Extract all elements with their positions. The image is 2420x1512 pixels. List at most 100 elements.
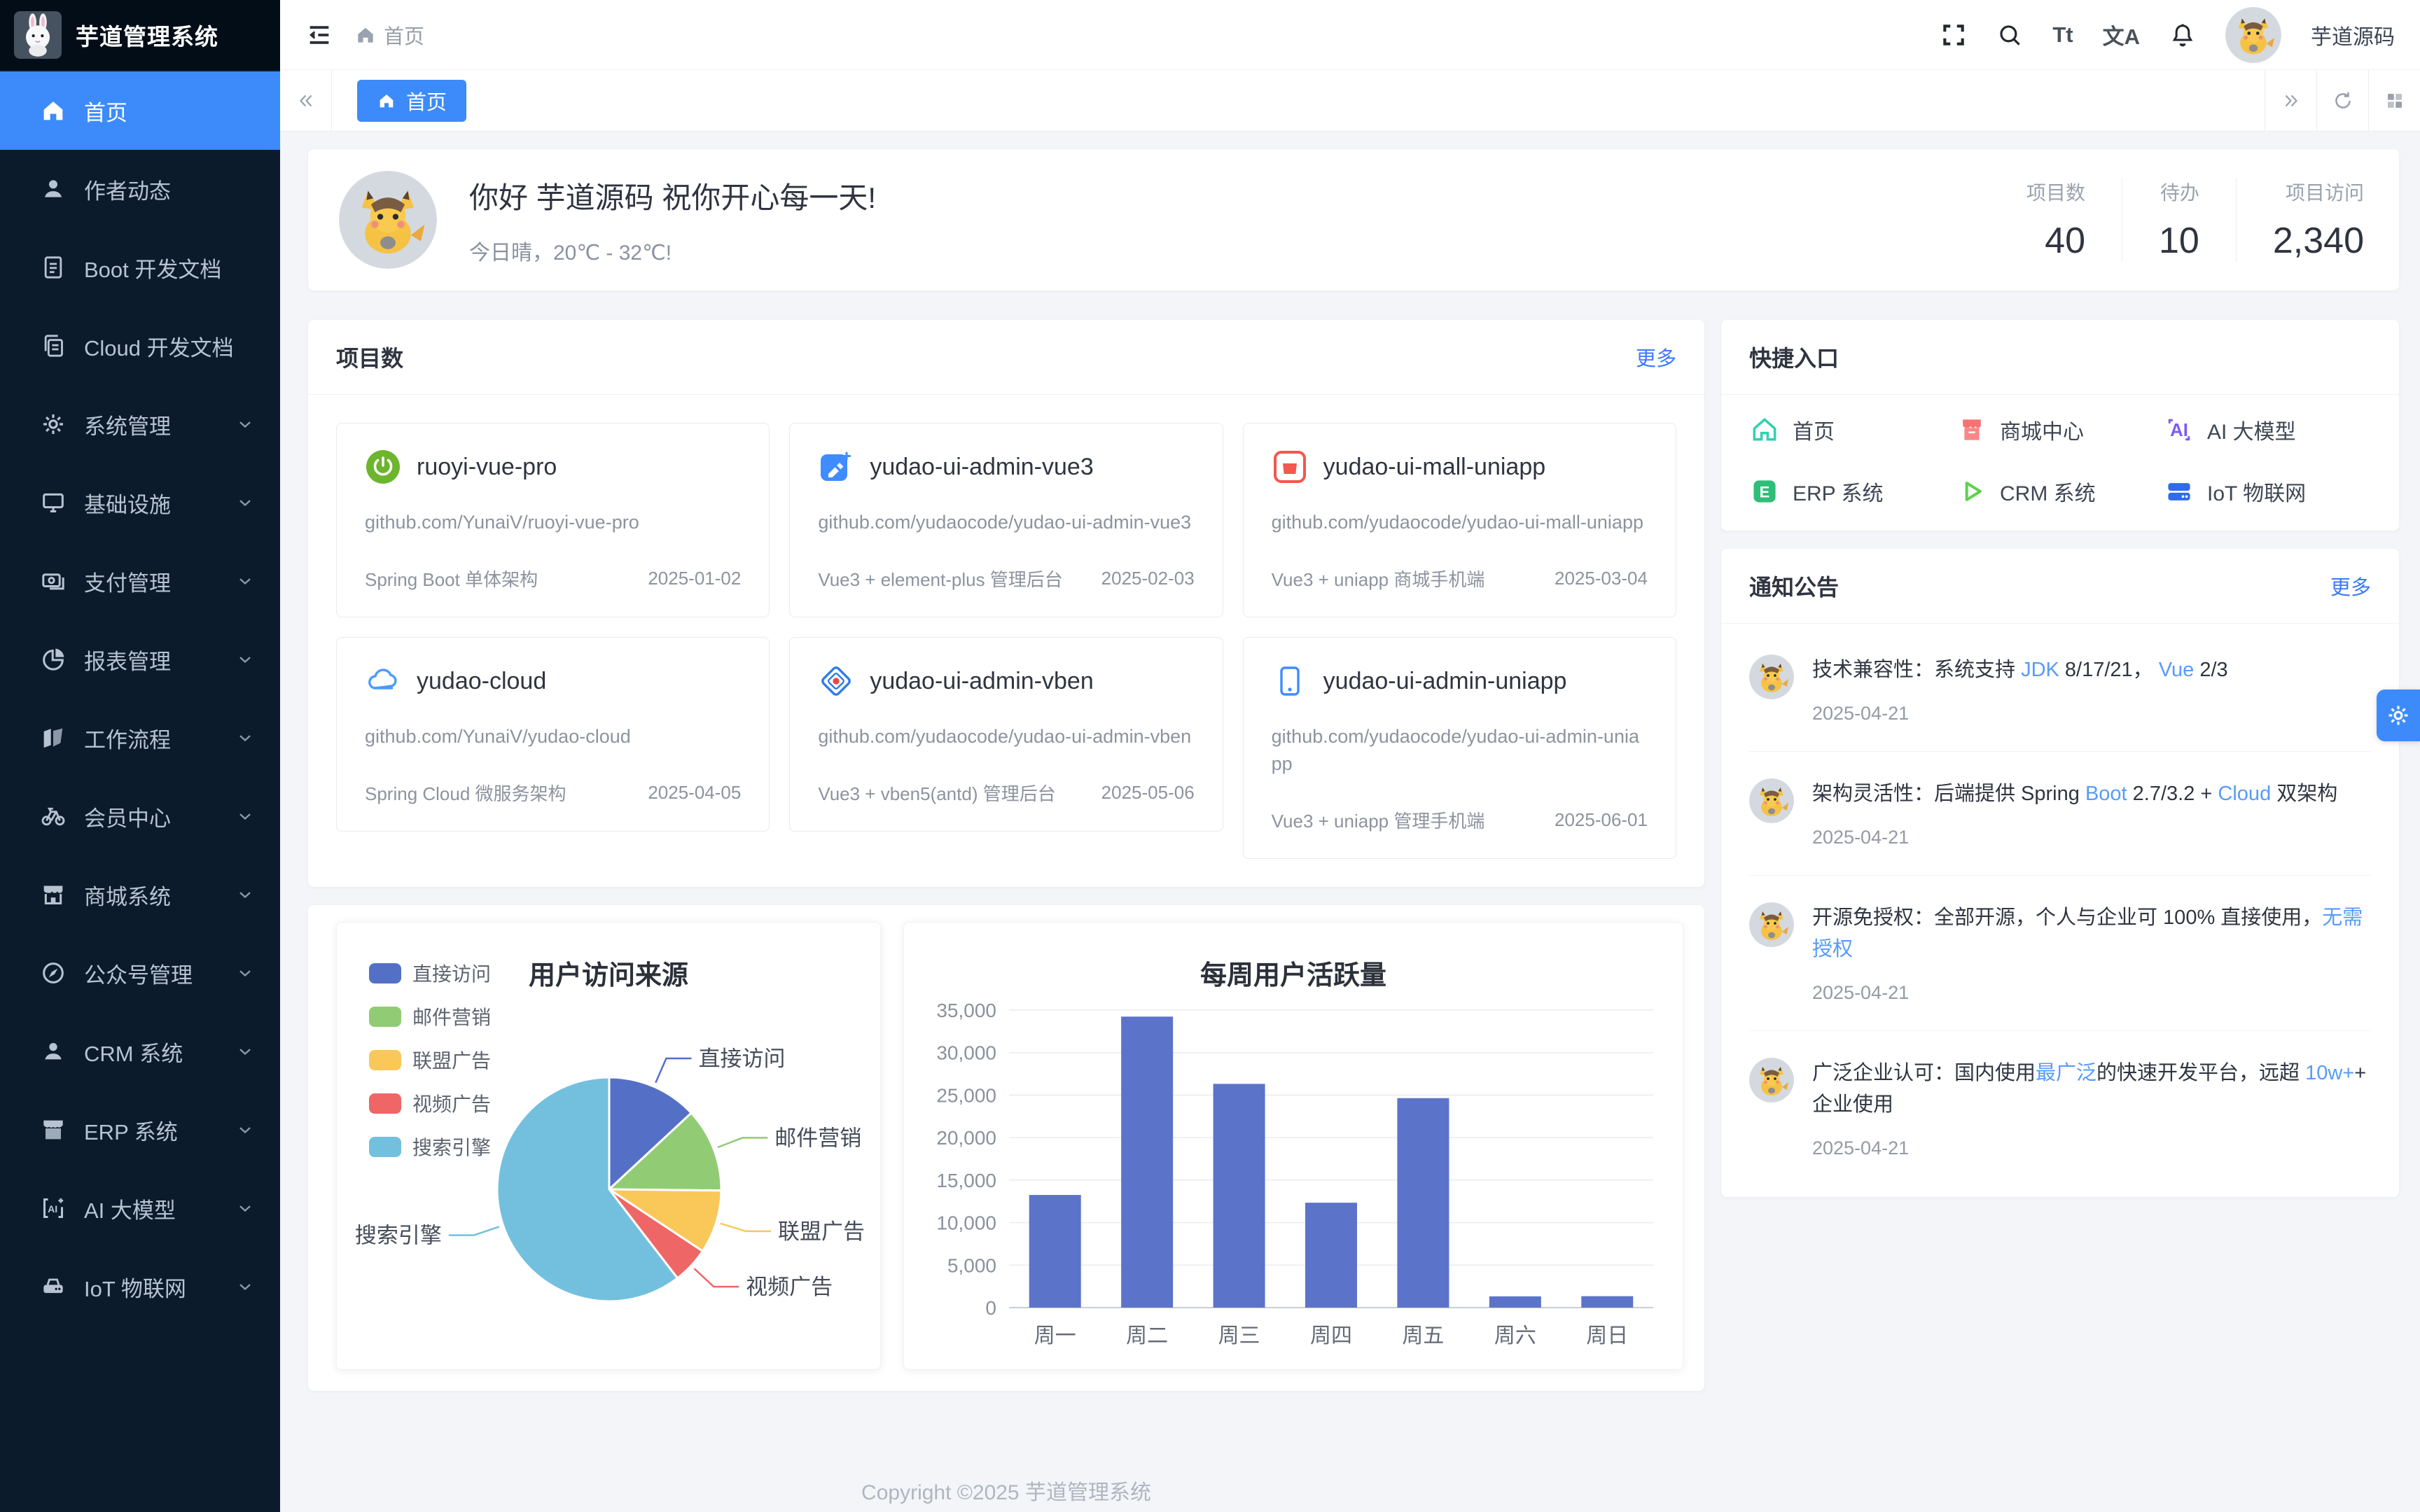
sidebar-item-boot-doc[interactable]: Boot 开发文档 bbox=[0, 228, 280, 307]
vue-admin-icon bbox=[818, 449, 854, 485]
quick-item-erp[interactable]: E ERP 系统 bbox=[1749, 476, 1956, 507]
gear-icon bbox=[2385, 702, 2412, 729]
project-repo[interactable]: github.com/yudaocode/yudao-ui-admin-unia… bbox=[1272, 723, 1648, 778]
project-card-admin-vue3[interactable]: yudao-ui-admin-vue3 github.com/yudaocode… bbox=[789, 423, 1223, 617]
quick-label: CRM 系统 bbox=[2000, 476, 2096, 507]
legend-item[interactable]: 搜索引擎 bbox=[369, 1133, 491, 1161]
font-size-icon[interactable]: Tt bbox=[2052, 22, 2073, 48]
sidebar-item-label: 公众号管理 bbox=[84, 958, 235, 989]
bell-icon[interactable] bbox=[2169, 22, 2196, 48]
sidebar-item-label: 首页 bbox=[84, 95, 255, 127]
sidebar-item-system[interactable]: 系统管理 bbox=[0, 385, 280, 463]
project-card-admin-uniapp[interactable]: yudao-ui-admin-uniapp github.com/yudaoco… bbox=[1243, 637, 1676, 859]
chart-legend: 直接访问 邮件营销 联盟广告 视频广告 搜索引擎 bbox=[369, 959, 491, 1161]
sidebar-item-label: 基础设施 bbox=[84, 487, 235, 519]
project-name: yudao-ui-admin-uniapp bbox=[1323, 668, 1567, 695]
locale-icon[interactable]: 文A bbox=[2103, 22, 2140, 48]
quick-label: IoT 物联网 bbox=[2207, 476, 2306, 507]
project-card-admin-vben[interactable]: yudao-ui-admin-vben github.com/yudaocode… bbox=[789, 637, 1223, 832]
user-avatar[interactable] bbox=[2225, 7, 2281, 63]
sidebar-item-label: 系统管理 bbox=[84, 409, 235, 440]
copy-document-icon bbox=[39, 332, 67, 360]
sidebar-item-cloud-doc[interactable]: Cloud 开发文档 bbox=[0, 307, 280, 385]
quick-item-ai[interactable]: AI AI 大模型 bbox=[2164, 414, 2371, 445]
project-repo[interactable]: github.com/yudaocode/yudao-ui-mall-uniap… bbox=[1272, 509, 1648, 536]
quick-item-mall[interactable]: 商城中心 bbox=[1956, 414, 2164, 445]
chevron-double-right-icon[interactable] bbox=[2265, 70, 2316, 131]
sidebar-item-workflow[interactable]: 工作流程 bbox=[0, 699, 280, 777]
stat-visits: 项目访问 2,340 bbox=[2236, 178, 2368, 262]
project-repo[interactable]: github.com/yudaocode/yudao-ui-admin-vue3 bbox=[818, 509, 1194, 536]
svg-text:20,000: 20,000 bbox=[936, 1128, 996, 1149]
avatar bbox=[339, 171, 437, 269]
avatar bbox=[1749, 902, 1794, 947]
sidebar-item-home[interactable]: 首页 bbox=[0, 71, 280, 150]
stat-value: 10 bbox=[2159, 220, 2199, 262]
stat-projects: 项目数 40 bbox=[1990, 178, 2122, 262]
notices-more-link[interactable]: 更多 bbox=[2330, 571, 2371, 601]
project-repo[interactable]: github.com/yudaocode/yudao-ui-admin-vben bbox=[818, 723, 1194, 750]
sidebar-item-report[interactable]: 报表管理 bbox=[0, 620, 280, 699]
sidebar-item-mp[interactable]: 公众号管理 bbox=[0, 934, 280, 1012]
sidebar-item-infra[interactable]: 基础设施 bbox=[0, 463, 280, 542]
iot-icon bbox=[2164, 476, 2195, 507]
tab-home[interactable]: 首页 bbox=[357, 80, 466, 122]
quick-item-iot[interactable]: IoT 物联网 bbox=[2164, 476, 2371, 507]
logo-image bbox=[14, 11, 62, 59]
bar-chart[interactable]: 05,00010,00015,00020,00025,00030,00035,0… bbox=[904, 993, 1685, 1357]
app-title: 芋道管理系统 bbox=[76, 18, 218, 52]
project-card-yudao-cloud[interactable]: yudao-cloud github.com/YunaiV/yudao-clou… bbox=[336, 637, 770, 832]
legend-label: 直接访问 bbox=[412, 959, 491, 987]
sidebar-item-pay[interactable]: 支付管理 bbox=[0, 542, 280, 620]
legend-item[interactable]: 联盟广告 bbox=[369, 1046, 491, 1074]
sidebar-item-ai[interactable]: AI AI 大模型 bbox=[0, 1169, 280, 1247]
project-repo[interactable]: github.com/YunaiV/ruoyi-vue-pro bbox=[365, 509, 741, 536]
project-date: 2025-02-03 bbox=[1101, 568, 1195, 589]
vben-icon bbox=[818, 663, 854, 699]
quick-entry-card: 快捷入口 首页 商城中心 AI AI 大模型 bbox=[1721, 320, 2399, 531]
iot-box-icon bbox=[39, 1273, 67, 1301]
sidebar-item-erp[interactable]: ERP 系统 bbox=[0, 1091, 280, 1169]
chevron-double-left-icon[interactable] bbox=[280, 70, 332, 131]
sidebar-item-label: IoT 物联网 bbox=[84, 1271, 235, 1303]
svg-text:搜索引擎: 搜索引擎 bbox=[355, 1224, 442, 1248]
sidebar-item-mall[interactable]: 商城系统 bbox=[0, 855, 280, 934]
erp-icon: E bbox=[1749, 476, 1780, 507]
search-icon[interactable] bbox=[1996, 22, 2023, 48]
quick-item-crm[interactable]: CRM 系统 bbox=[1956, 476, 2164, 507]
username[interactable]: 芋道源码 bbox=[2311, 20, 2395, 50]
quick-item-home[interactable]: 首页 bbox=[1749, 414, 1956, 445]
chevron-down-icon bbox=[235, 571, 255, 591]
layout-grid-icon[interactable] bbox=[2368, 70, 2420, 131]
greeting-weather: 今日晴，20℃ - 32℃! bbox=[469, 235, 876, 266]
fullscreen-icon[interactable] bbox=[1940, 22, 1967, 48]
sidebar-item-iot[interactable]: IoT 物联网 bbox=[0, 1247, 280, 1326]
sidebar-item-label: 支付管理 bbox=[84, 566, 235, 597]
tab-label: 首页 bbox=[406, 86, 447, 115]
legend-swatch bbox=[369, 1137, 401, 1157]
projects-more-link[interactable]: 更多 bbox=[1636, 342, 1676, 372]
project-desc: Vue3 + uniapp 商城手机端 bbox=[1272, 566, 1485, 592]
notice-item[interactable]: 广泛企业认可：国内使用最广泛的快速开发平台，远超 10w++ 企业使用 2025… bbox=[1749, 1030, 2371, 1186]
breadcrumb[interactable]: 首页 bbox=[354, 20, 424, 50]
avatar-icon bbox=[39, 1037, 67, 1065]
refresh-icon[interactable] bbox=[2316, 70, 2368, 131]
legend-item[interactable]: 视频广告 bbox=[369, 1089, 491, 1117]
sidebar-item-crm[interactable]: CRM 系统 bbox=[0, 1012, 280, 1091]
project-card-ruoyi-vue-pro[interactable]: ruoyi-vue-pro github.com/YunaiV/ruoyi-vu… bbox=[336, 423, 770, 617]
svg-text:视频广告: 视频广告 bbox=[746, 1275, 833, 1300]
notice-item[interactable]: 架构灵活性：后端提供 Spring Boot 2.7/3.2 + Cloud 双… bbox=[1749, 751, 2371, 875]
settings-gear-button[interactable] bbox=[2377, 690, 2420, 741]
sidebar-item-author[interactable]: 作者动态 bbox=[0, 150, 280, 228]
project-repo[interactable]: github.com/YunaiV/yudao-cloud bbox=[365, 723, 741, 750]
project-desc: Vue3 + element-plus 管理后台 bbox=[818, 566, 1062, 592]
legend-item[interactable]: 邮件营销 bbox=[369, 1002, 491, 1030]
notice-item[interactable]: 技术兼容性：系统支持 JDK 8/17/21， Vue 2/3 2025-04-… bbox=[1749, 628, 2371, 751]
project-desc: Vue3 + vben5(antd) 管理后台 bbox=[818, 780, 1055, 806]
chevron-down-icon bbox=[235, 885, 255, 904]
notice-item[interactable]: 开源免授权：全部开源，个人与企业可 100% 直接使用，无需授权 2025-04… bbox=[1749, 875, 2371, 1030]
project-card-mall-uniapp[interactable]: yudao-ui-mall-uniapp github.com/yudaocod… bbox=[1243, 423, 1676, 617]
legend-item[interactable]: 直接访问 bbox=[369, 959, 491, 987]
sidebar-item-member[interactable]: 会员中心 bbox=[0, 777, 280, 855]
menu-collapse-icon[interactable] bbox=[305, 21, 333, 49]
